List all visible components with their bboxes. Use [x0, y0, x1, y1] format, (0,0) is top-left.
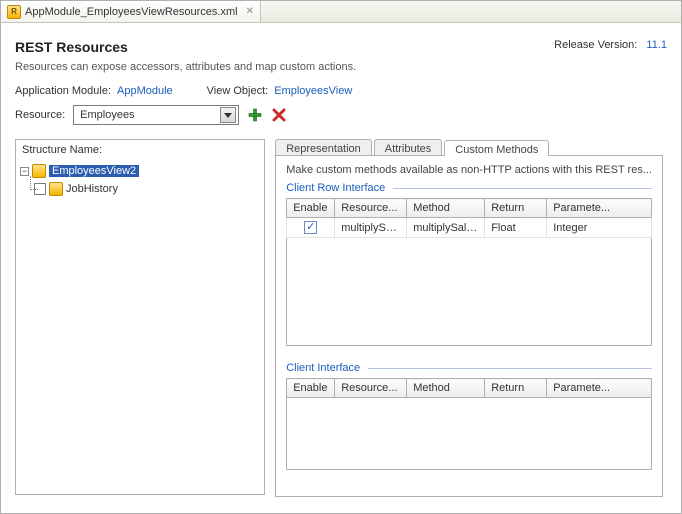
- app-module-label: Application Module:: [15, 85, 111, 97]
- tab-representation[interactable]: Representation: [275, 139, 372, 155]
- view-object-label: View Object:: [207, 85, 269, 97]
- client-row-interface-label: Client Row Interface: [286, 182, 385, 194]
- view-object-icon: [49, 182, 63, 196]
- add-resource-button[interactable]: [247, 107, 263, 123]
- structure-title: Structure Name:: [16, 140, 264, 160]
- app-module-link[interactable]: AppModule: [117, 85, 173, 97]
- view-object-link[interactable]: EmployeesView: [274, 85, 352, 97]
- cell-return: Float: [485, 218, 547, 238]
- cell-resource: multiplySalary: [335, 218, 407, 238]
- page-title: REST Resources: [15, 39, 128, 55]
- cell-method: multiplySalary: [407, 218, 485, 238]
- close-icon[interactable]: ✕: [246, 6, 254, 17]
- col-enable[interactable]: Enable: [287, 199, 335, 218]
- plus-icon: [248, 108, 262, 122]
- col-resource[interactable]: Resource...: [335, 199, 407, 218]
- panes: Structure Name: − EmployeesView2 JobHist…: [15, 139, 667, 495]
- release-version-label: Release Version:: [554, 39, 637, 51]
- client-interface-body[interactable]: [286, 398, 652, 470]
- tab-custom-methods[interactable]: Custom Methods: [444, 140, 549, 156]
- release-version-value[interactable]: 11.1: [646, 39, 667, 51]
- resource-label: Resource:: [15, 109, 65, 121]
- divider: [393, 188, 652, 189]
- client-interface-label: Client Interface: [286, 362, 360, 374]
- structure-pane: Structure Name: − EmployeesView2 JobHist…: [15, 139, 265, 495]
- tree-child-label: JobHistory: [66, 183, 118, 195]
- file-tab-label: AppModule_EmployeesViewResources.xml: [25, 6, 238, 18]
- client-row-interface-group: Client Row Interface Enable Resource...: [286, 182, 652, 346]
- tree-root-row[interactable]: − EmployeesView2: [20, 162, 260, 180]
- chevron-down-icon: [220, 107, 236, 123]
- tree-child-row[interactable]: JobHistory: [20, 180, 260, 198]
- client-row-interface-table[interactable]: Enable Resource... Method Return Paramet…: [286, 198, 652, 238]
- delete-resource-button[interactable]: [271, 107, 287, 123]
- content-area: REST Resources Release Version: 11.1 Res…: [1, 23, 681, 513]
- col-return[interactable]: Return: [485, 379, 547, 398]
- col-parameters[interactable]: Paramete...: [547, 199, 652, 218]
- custom-methods-hint: Make custom methods available as non-HTT…: [286, 164, 652, 176]
- col-return[interactable]: Return: [485, 199, 547, 218]
- page-description: Resources can expose accessors, attribut…: [15, 61, 667, 73]
- table-row[interactable]: multiplySalary multiplySalary Float Inte…: [287, 218, 652, 238]
- detail-tabs: Representation Attributes Custom Methods: [275, 139, 663, 155]
- file-tab[interactable]: R AppModule_EmployeesViewResources.xml ✕: [1, 1, 261, 22]
- x-icon: [272, 108, 286, 122]
- custom-methods-panel: Make custom methods available as non-HTT…: [275, 155, 663, 497]
- cell-parameters: Integer: [547, 218, 652, 238]
- enable-checkbox[interactable]: [304, 221, 317, 234]
- col-enable[interactable]: Enable: [287, 379, 335, 398]
- collapse-icon[interactable]: −: [20, 167, 29, 176]
- release-version: Release Version: 11.1: [554, 39, 667, 51]
- col-method[interactable]: Method: [407, 199, 485, 218]
- structure-tree[interactable]: − EmployeesView2 JobHistory: [16, 160, 264, 494]
- editor-window: R AppModule_EmployeesViewResources.xml ✕…: [0, 0, 682, 514]
- resource-select-value: Employees: [80, 109, 134, 121]
- tree-root-label: EmployeesView2: [49, 165, 139, 177]
- col-method[interactable]: Method: [407, 379, 485, 398]
- tab-attributes[interactable]: Attributes: [374, 139, 442, 155]
- client-row-interface-body[interactable]: [286, 238, 652, 346]
- col-resource[interactable]: Resource...: [335, 379, 407, 398]
- file-tab-bar: R AppModule_EmployeesViewResources.xml ✕: [1, 1, 681, 23]
- xml-file-icon: R: [7, 5, 21, 19]
- view-object-icon: [32, 164, 46, 178]
- col-parameters[interactable]: Paramete...: [547, 379, 652, 398]
- table-header-row: Enable Resource... Method Return Paramet…: [287, 199, 652, 218]
- resource-row: Resource: Employees: [15, 105, 667, 125]
- client-interface-group: Client Interface Enable Resource...: [286, 362, 652, 470]
- module-row: Application Module: AppModule View Objec…: [15, 85, 667, 97]
- resource-select[interactable]: Employees: [73, 105, 239, 125]
- detail-pane: Representation Attributes Custom Methods…: [271, 139, 667, 495]
- client-interface-table[interactable]: Enable Resource... Method Return Paramet…: [286, 378, 652, 398]
- tree-line-icon: [26, 180, 36, 198]
- table-header-row: Enable Resource... Method Return Paramet…: [287, 379, 652, 398]
- divider: [368, 368, 652, 369]
